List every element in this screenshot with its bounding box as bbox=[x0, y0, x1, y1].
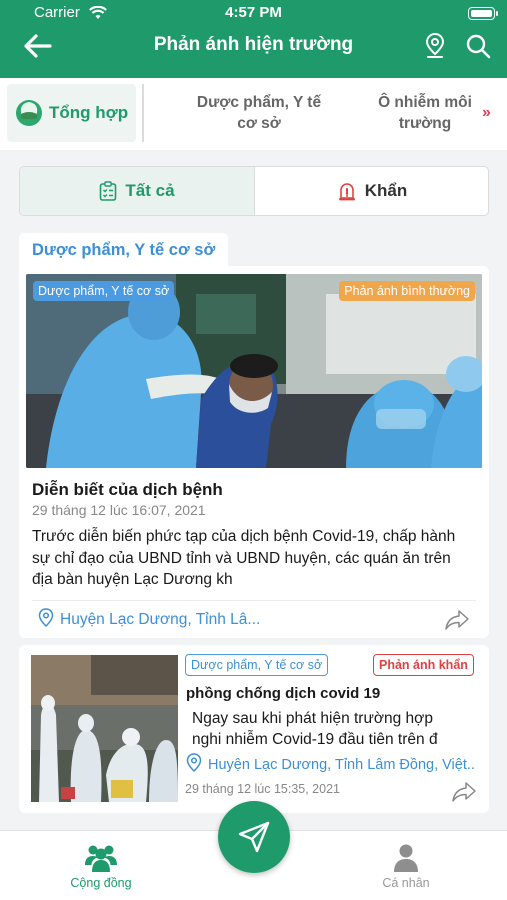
battery-icon bbox=[468, 7, 498, 20]
tab-pharmacy-healthcare[interactable]: Dược phẩm, Y tế cơ sở bbox=[186, 92, 332, 134]
post-location[interactable]: Huyện Lạc Dương, Tỉnh Lâm Đồng, Việt... bbox=[186, 753, 476, 773]
post-description: Ngay sau khi phát hiện trường hợp nghi n… bbox=[192, 708, 467, 752]
navigation-bar: Phản ánh hiện trường bbox=[0, 26, 507, 66]
location-pin-icon bbox=[186, 753, 202, 773]
post-date: 29 tháng 12 lúc 15:35, 2021 bbox=[185, 782, 340, 796]
tab-divider bbox=[142, 84, 144, 142]
post-description-line: Ngay sau khi phát hiện trường hợp bbox=[192, 710, 433, 727]
create-report-button[interactable] bbox=[218, 801, 290, 873]
category-tabs: Tổng hợp Dược phẩm, Y tế cơ sở Ô nhiễm m… bbox=[0, 78, 507, 150]
app-header: Carrier 4:57 PM Phản ánh hiện trường bbox=[0, 0, 507, 78]
post-location-text: Huyện Lạc Dương, Tỉnh Lâ... bbox=[60, 611, 261, 628]
summary-logo-icon bbox=[16, 100, 42, 126]
filter-urgent-label: Khẩn bbox=[364, 181, 408, 200]
tab-summary-label: Tổng hợp bbox=[49, 103, 129, 122]
filter-all-label: Tất cả bbox=[125, 181, 175, 200]
nav-personal[interactable]: Cá nhân bbox=[361, 843, 451, 890]
clipboard-checklist-icon bbox=[100, 181, 117, 201]
post-card[interactable]: Dược phẩm, Y tế cơ sở Phản ánh khẩn phồn… bbox=[19, 645, 489, 813]
post-location-text: Huyện Lạc Dương, Tỉnh Lâm Đồng, Việt... bbox=[208, 757, 476, 773]
share-icon[interactable] bbox=[451, 780, 477, 804]
nav-community[interactable]: Cộng đồng bbox=[56, 843, 146, 890]
post-description: Trước diễn biến phức tạp của dịch bệnh C… bbox=[32, 528, 456, 588]
post-card[interactable]: Dược phẩm, Y tế cơ sở Phản ánh bình thườ… bbox=[19, 266, 489, 638]
filter-all-button[interactable]: Tất cả bbox=[20, 167, 255, 215]
siren-icon bbox=[338, 183, 355, 201]
filter-segmented-control: Tất cả Khẩn bbox=[19, 166, 489, 216]
medical-workers-photo bbox=[31, 655, 178, 802]
covid-testing-photo bbox=[26, 274, 482, 468]
paper-plane-icon bbox=[238, 821, 270, 853]
post-photo bbox=[26, 274, 482, 468]
tab-environment-pollution[interactable]: Ô nhiễm môi trường bbox=[366, 92, 484, 134]
status-bar: Carrier 4:57 PM bbox=[0, 4, 507, 24]
nav-community-label: Cộng đồng bbox=[70, 876, 132, 890]
tab-summary[interactable]: Tổng hợp bbox=[7, 84, 136, 142]
post-thumbnail bbox=[31, 655, 178, 802]
category-badge: Dược phẩm, Y tế cơ sở bbox=[33, 281, 175, 301]
filter-urgent-button[interactable]: Khẩn bbox=[255, 167, 488, 215]
post-date: 29 tháng 12 lúc 16:07, 2021 bbox=[32, 502, 206, 518]
category-badge: Dược phẩm, Y tế cơ sở bbox=[185, 654, 329, 676]
more-tabs-chevron-icon[interactable]: » bbox=[482, 104, 491, 122]
report-type-badge: Phản ánh khẩn bbox=[373, 654, 474, 676]
map-pin-icon[interactable] bbox=[423, 32, 447, 60]
nav-personal-label: Cá nhân bbox=[382, 876, 430, 890]
location-pin-icon bbox=[38, 608, 54, 628]
person-icon bbox=[394, 844, 418, 872]
post-location[interactable]: Huyện Lạc Dương, Tỉnh Lâ... bbox=[38, 608, 260, 629]
share-icon[interactable] bbox=[444, 608, 470, 632]
divider bbox=[32, 600, 476, 601]
search-icon[interactable] bbox=[464, 32, 492, 60]
clock: 4:57 PM bbox=[225, 4, 282, 21]
post-title: Diễn biết của dịch bệnh bbox=[32, 480, 223, 499]
report-type-badge: Phản ánh bình thường bbox=[339, 281, 475, 301]
post-title: phồng chống dịch covid 19 bbox=[186, 685, 381, 702]
community-icon bbox=[85, 845, 117, 872]
section-label: Dược phẩm, Y tế cơ sở bbox=[19, 233, 229, 267]
post-description-line: nghi nhiễm Covid-19 đầu tiên trên đ bbox=[192, 731, 438, 748]
